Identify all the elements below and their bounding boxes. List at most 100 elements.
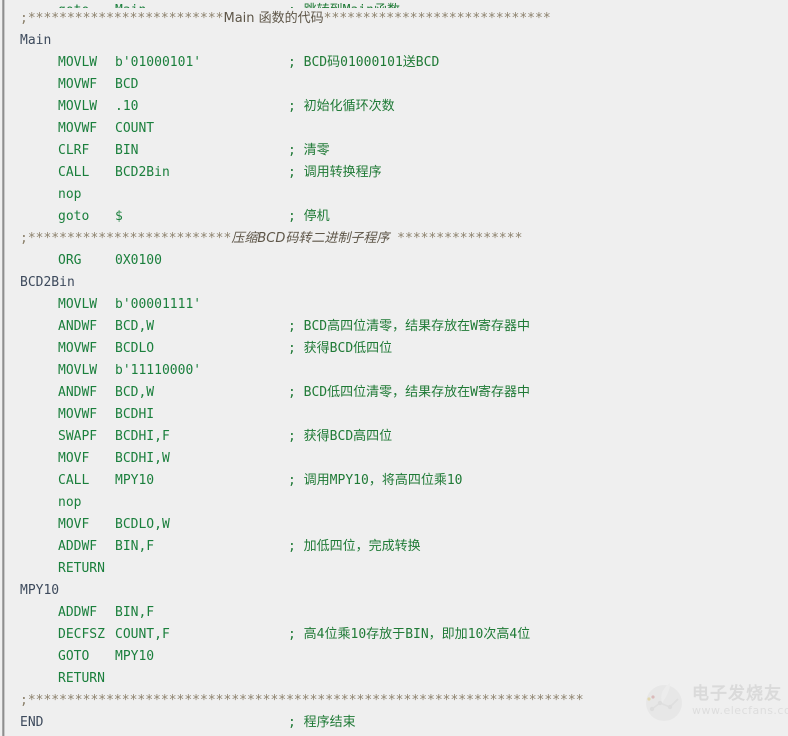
code-viewer: goto Main ; 跳转到Main函数 ;********************…: [0, 0, 788, 736]
code-operand: .10: [115, 99, 139, 114]
code-mnemonic: SWAPF: [58, 429, 98, 444]
code-line: CALL MPY10 ; 调用MPY10，将高四位乘10: [10, 470, 788, 492]
code-comment: ; 加低四位，完成转换: [288, 539, 421, 554]
code-line: END ; 程序结束: [10, 712, 788, 734]
code-comment: ; 获得BCD低四位: [288, 341, 393, 356]
code-line: ;***************************************…: [10, 690, 788, 712]
code-mnemonic: ANDWF: [58, 319, 98, 334]
code-line: ANDWF BCD,W ; BCD高四位清零，结果存放在W寄存器中: [10, 316, 788, 338]
code-line: ADDWF BIN,F ; 加低四位，完成转换: [10, 536, 788, 558]
code-operand: BCDHI: [115, 407, 155, 422]
code-line: CALL BCD2Bin ; 调用转换程序: [10, 162, 788, 184]
code-mnemonic: MOVWF: [58, 407, 98, 422]
code-label: Main: [20, 33, 52, 48]
code-operand: MPY10: [115, 649, 155, 664]
code-operand: BCD2Bin: [115, 165, 170, 180]
code-mnemonic: MOVF: [58, 517, 90, 532]
code-operand: BIN,F: [115, 539, 155, 554]
code-line: GOTO MPY10: [10, 646, 788, 668]
code-operand: BCDHI,W: [115, 451, 170, 466]
code-line: nop: [10, 184, 788, 206]
code-line: MOVLW b'00001111': [10, 294, 788, 316]
code-operand: 0X0100: [115, 253, 162, 268]
code-operand: BCD,W: [115, 385, 155, 400]
code-mnemonic: ORG: [58, 253, 82, 268]
separator-comment: ;**************************压缩BCD码转二进制子程序…: [20, 231, 523, 246]
code-mnemonic: nop: [58, 187, 82, 202]
code-mnemonic: MOVLW: [58, 363, 98, 378]
code-operand: COUNT,F: [115, 627, 170, 642]
code-line: goto $ ; 停机: [10, 206, 788, 228]
code-comment: ; BCD码01000101送BCD: [288, 55, 440, 70]
code-operand: b'00001111': [115, 297, 202, 312]
code-comment: ; 跳转到Main函数: [288, 0, 400, 8]
code-mnemonic: ADDWF: [58, 605, 98, 620]
code-line: CLRF BIN ; 清零: [10, 140, 788, 162]
code-mnemonic: ANDWF: [58, 385, 98, 400]
code-mnemonic: MOVWF: [58, 77, 98, 92]
code-comment: ; BCD低四位清零，结果存放在W寄存器中: [288, 385, 530, 400]
code-line: SWAPF BCDHI,F ; 获得BCD高四位: [10, 426, 788, 448]
code-line: RETURN: [10, 668, 788, 690]
code-listing: goto Main ; 跳转到Main函数 ;********************…: [10, 0, 788, 734]
code-comment: ; 初始化循环次数: [288, 99, 395, 114]
code-line: RETURN: [10, 558, 788, 580]
separator-comment: ;*************************Main 函数的代码****…: [20, 11, 551, 26]
code-mnemonic: goto: [58, 209, 90, 224]
code-mnemonic: nop: [58, 495, 82, 510]
code-mnemonic: CALL: [58, 473, 90, 488]
rail-line-inner: [4, 0, 5, 736]
code-comment: ; BCD高四位清零，结果存放在W寄存器中: [288, 319, 530, 334]
code-mnemonic: CALL: [58, 165, 90, 180]
code-comment: ; 高4位乘10存放于BIN，即加10次高4位: [288, 627, 531, 642]
code-line: MOVWF BCD: [10, 74, 788, 96]
code-line: ;**************************压缩BCD码转二进制子程序…: [10, 228, 788, 250]
code-operand: BCD,W: [115, 319, 155, 334]
code-line: MPY10: [10, 580, 788, 602]
code-line: ;*************************Main 函数的代码****…: [10, 8, 788, 30]
code-line: MOVF BCDLO,W: [10, 514, 788, 536]
code-line: MOVLW .10 ; 初始化循环次数: [10, 96, 788, 118]
code-comment: ; 程序结束: [288, 715, 356, 730]
code-operand: b'11110000': [115, 363, 202, 378]
code-mnemonic: MOVLW: [58, 99, 98, 114]
code-line: MOVF BCDHI,W: [10, 448, 788, 470]
code-label: END: [20, 715, 44, 730]
code-comment: ; 停机: [288, 209, 330, 224]
code-mnemonic: CLRF: [58, 143, 90, 158]
code-line: ADDWF BIN,F: [10, 602, 788, 624]
code-line: ANDWF BCD,W ; BCD低四位清零，结果存放在W寄存器中: [10, 382, 788, 404]
code-comment: ; 调用MPY10，将高四位乘10: [288, 473, 463, 488]
code-operand: b'01000101': [115, 55, 202, 70]
code-line: MOVWF COUNT: [10, 118, 788, 140]
code-operand: BCDLO: [115, 341, 155, 356]
code-operand: Main: [115, 0, 146, 8]
code-line: MOVWF BCDLO ; 获得BCD低四位: [10, 338, 788, 360]
code-mnemonic: ADDWF: [58, 539, 98, 554]
code-mnemonic: DECFSZ: [58, 627, 105, 642]
code-line: Main: [10, 30, 788, 52]
left-scroll-rail[interactable]: [0, 0, 10, 736]
code-line: MOVLW b'11110000': [10, 360, 788, 382]
code-operand: BCD: [115, 77, 139, 92]
code-line: ORG 0X0100: [10, 250, 788, 272]
code-mnemonic: RETURN: [58, 561, 105, 576]
code-line: nop: [10, 492, 788, 514]
code-line: MOVWF BCDHI: [10, 404, 788, 426]
code-operand: COUNT: [115, 121, 155, 136]
code-mnemonic: MOVLW: [58, 55, 98, 70]
code-operand: MPY10: [115, 473, 155, 488]
code-mnemonic: MOVWF: [58, 341, 98, 356]
code-mnemonic: MOVF: [58, 451, 90, 466]
code-line: MOVLW b'01000101' ; BCD码01000101送BCD: [10, 52, 788, 74]
code-line: BCD2Bin: [10, 272, 788, 294]
code-mnemonic: goto: [58, 0, 89, 8]
code-line: DECFSZ COUNT,F ; 高4位乘10存放于BIN，即加10次高4位: [10, 624, 788, 646]
code-mnemonic: MOVLW: [58, 297, 98, 312]
code-operand: $: [115, 209, 123, 224]
code-operand: BCDLO,W: [115, 517, 170, 532]
code-operand: BCDHI,F: [115, 429, 170, 444]
code-comment: ; 清零: [288, 143, 330, 158]
code-mnemonic: MOVWF: [58, 121, 98, 136]
code-label: BCD2Bin: [20, 275, 75, 290]
